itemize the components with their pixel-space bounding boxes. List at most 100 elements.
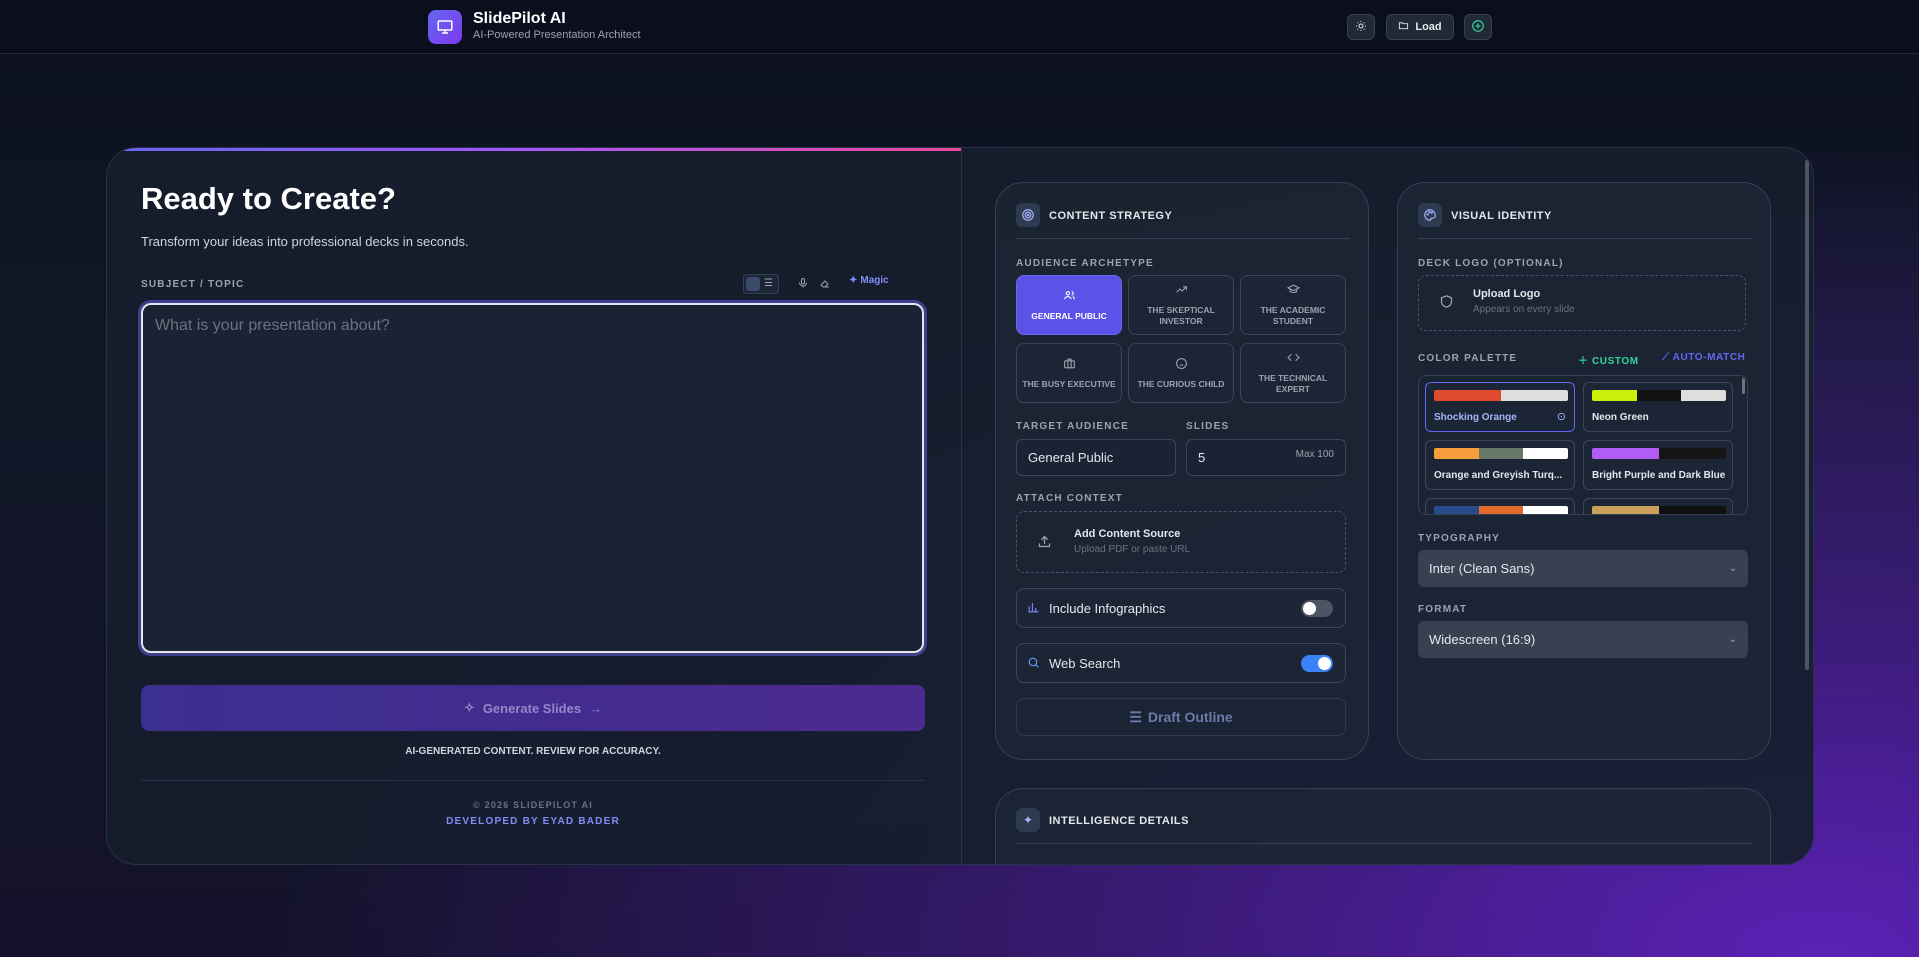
web-search-toggle[interactable] <box>1301 655 1333 672</box>
infographics-label: Include Infographics <box>1049 601 1166 616</box>
format-label: FORMAT <box>1418 604 1468 615</box>
archetype-academic-student[interactable]: THE ACADEMIC STUDENT <box>1240 275 1346 335</box>
page-title: Ready to Create? <box>141 181 396 216</box>
sun-icon <box>1355 20 1367 35</box>
web-search-label: Web Search <box>1049 656 1121 671</box>
upload-logo-subtitle: Appears on every slide <box>1473 304 1575 315</box>
content-source-dropzone[interactable]: Add Content Source Upload PDF or paste U… <box>1016 511 1346 573</box>
folder-icon <box>1398 20 1409 34</box>
deck-logo-label: DECK LOGO (OPTIONAL) <box>1418 258 1564 269</box>
mic-icon[interactable] <box>797 276 809 294</box>
archetype-label: THE CURIOUS CHILD <box>1137 378 1225 389</box>
editor-toolbar: ☰ ✦ Magic <box>743 274 925 294</box>
panel-divider <box>1016 238 1350 239</box>
palette-option[interactable]: Neon Green <box>1583 382 1733 432</box>
palette-swatches <box>1434 506 1568 514</box>
infographics-toggle[interactable] <box>1301 600 1333 617</box>
typography-select[interactable]: Inter (Clean Sans) ⌄ <box>1418 550 1748 587</box>
infographics-row: Include Infographics <box>1016 588 1346 628</box>
attach-context-label: ATTACH CONTEXT <box>1016 493 1123 504</box>
archetype-label: GENERAL PUBLIC <box>1031 310 1107 321</box>
slides-value: 5 <box>1198 450 1206 465</box>
visual-identity-panel: VISUAL IDENTITY DECK LOGO (OPTIONAL) Upl… <box>1397 182 1771 760</box>
web-search-row: Web Search <box>1016 643 1346 683</box>
typography-value: Inter (Clean Sans) <box>1429 561 1535 576</box>
page-scrollbar[interactable] <box>1805 160 1809 670</box>
upload-icon <box>1037 534 1052 554</box>
automatch-label: AUTO-MATCH <box>1672 352 1746 363</box>
upload-logo-title: Upload Logo <box>1473 288 1541 300</box>
archetype-label: THE TECHNICAL EXPERT <box>1258 373 1328 394</box>
baby-icon <box>1175 357 1188 375</box>
palette-swatches <box>1592 448 1726 459</box>
archetype-label: THE ACADEMIC STUDENT <box>1260 305 1326 326</box>
archetype-skeptical-investor[interactable]: THE SKEPTICAL INVESTOR <box>1128 275 1234 335</box>
logo-upload-dropzone[interactable]: Upload Logo Appears on every slide <box>1418 275 1746 331</box>
format-select[interactable]: Widescreen (16:9) ⌄ <box>1418 621 1748 658</box>
palette-option[interactable] <box>1425 498 1575 514</box>
topic-label: SUBJECT / TOPIC <box>141 279 245 290</box>
palette-option[interactable] <box>1583 498 1733 514</box>
view-toggle: ☰ <box>743 274 779 294</box>
archetype-curious-child[interactable]: THE CURIOUS CHILD <box>1128 343 1234 403</box>
palette-option[interactable]: Shocking Orange ⊙ <box>1425 382 1575 432</box>
archetype-technical-expert[interactable]: THE TECHNICAL EXPERT <box>1240 343 1346 403</box>
target-audience-input[interactable]: General Public <box>1016 439 1176 476</box>
grid-view-icon[interactable] <box>746 277 760 291</box>
palette-name: Bright Purple and Dark Blue <box>1592 470 1726 481</box>
topic-textarea[interactable] <box>138 300 927 656</box>
draft-outline-button[interactable]: ☰ Draft Outline <box>1016 698 1346 736</box>
list-view-icon[interactable]: ☰ <box>764 278 773 289</box>
palette-option[interactable]: Bright Purple and Dark Blue <box>1583 440 1733 490</box>
developer-credit[interactable]: DEVELOPED BY EYAD BADER <box>141 816 925 827</box>
palette-name: Orange and Greyish Turq... <box>1434 470 1563 481</box>
custom-label: CUSTOM <box>1591 356 1639 367</box>
palette-scrollbar[interactable] <box>1742 378 1745 394</box>
page-subtitle: Transform your ideas into professional d… <box>141 234 469 249</box>
generate-slides-button[interactable]: ✧ Generate Slides → <box>141 685 925 731</box>
archetype-busy-executive[interactable]: THE BUSY EXECUTIVE <box>1016 343 1122 403</box>
archetype-general-public[interactable]: GENERAL PUBLIC <box>1016 275 1122 335</box>
intelligence-details-panel: ✦ INTELLIGENCE DETAILS <box>995 788 1771 864</box>
archetype-label: THE SKEPTICAL INVESTOR <box>1147 305 1215 326</box>
accent-line <box>107 148 962 151</box>
load-label: Load <box>1415 21 1442 33</box>
wand-icon: ✦ <box>1016 808 1040 832</box>
panel-divider <box>1016 843 1752 844</box>
target-icon <box>1016 203 1040 227</box>
briefcase-icon <box>1063 357 1076 375</box>
custom-palette-button[interactable]: ＋ CUSTOM <box>1578 352 1639 367</box>
palette-option[interactable]: Orange and Greyish Turq... <box>1425 440 1575 490</box>
format-value: Widescreen (16:9) <box>1429 632 1536 647</box>
panel-title: CONTENT STRATEGY <box>1049 210 1173 222</box>
slides-label: SLIDES <box>1186 421 1230 432</box>
eraser-icon[interactable] <box>819 276 831 294</box>
magic-label: Magic <box>860 275 889 286</box>
wand-icon: ⟋ <box>1662 352 1670 363</box>
slides-max: Max 100 <box>1295 449 1334 460</box>
content-strategy-panel: CONTENT STRATEGY AUDIENCE ARCHETYPE GENE… <box>995 182 1369 760</box>
app-title: SlidePilot AI <box>473 10 566 27</box>
sparkles-icon: ✧ <box>463 700 475 715</box>
new-deck-button[interactable] <box>1464 14 1492 40</box>
draft-label: Draft Outline <box>1147 709 1233 725</box>
slides-count-input[interactable]: 5 Max 100 <box>1186 439 1346 476</box>
palette-list[interactable]: Shocking Orange ⊙ Neon Green Orange and … <box>1418 375 1748 515</box>
magic-button[interactable]: ✦ Magic <box>849 275 889 286</box>
chevron-down-icon: ⌄ <box>1728 563 1737 574</box>
footer-divider <box>141 780 925 781</box>
toggle-knob <box>1303 602 1316 615</box>
column-divider <box>961 148 962 864</box>
palette-swatches <box>1592 390 1726 401</box>
palette-swatches <box>1434 390 1568 401</box>
target-audience-label: TARGET AUDIENCE <box>1016 421 1129 432</box>
load-button[interactable]: Load <box>1386 14 1454 40</box>
graduation-cap-icon <box>1286 283 1300 301</box>
auto-match-button[interactable]: ⟋ AUTO-MATCH <box>1662 352 1745 363</box>
attach-title: Add Content Source <box>1074 528 1181 540</box>
color-palette-label: COLOR PALETTE <box>1418 353 1518 364</box>
search-icon <box>1027 656 1040 674</box>
list-icon: ☰ <box>1129 708 1142 725</box>
check-circle-icon: ⊙ <box>1556 411 1566 423</box>
theme-toggle-button[interactable] <box>1347 14 1375 40</box>
